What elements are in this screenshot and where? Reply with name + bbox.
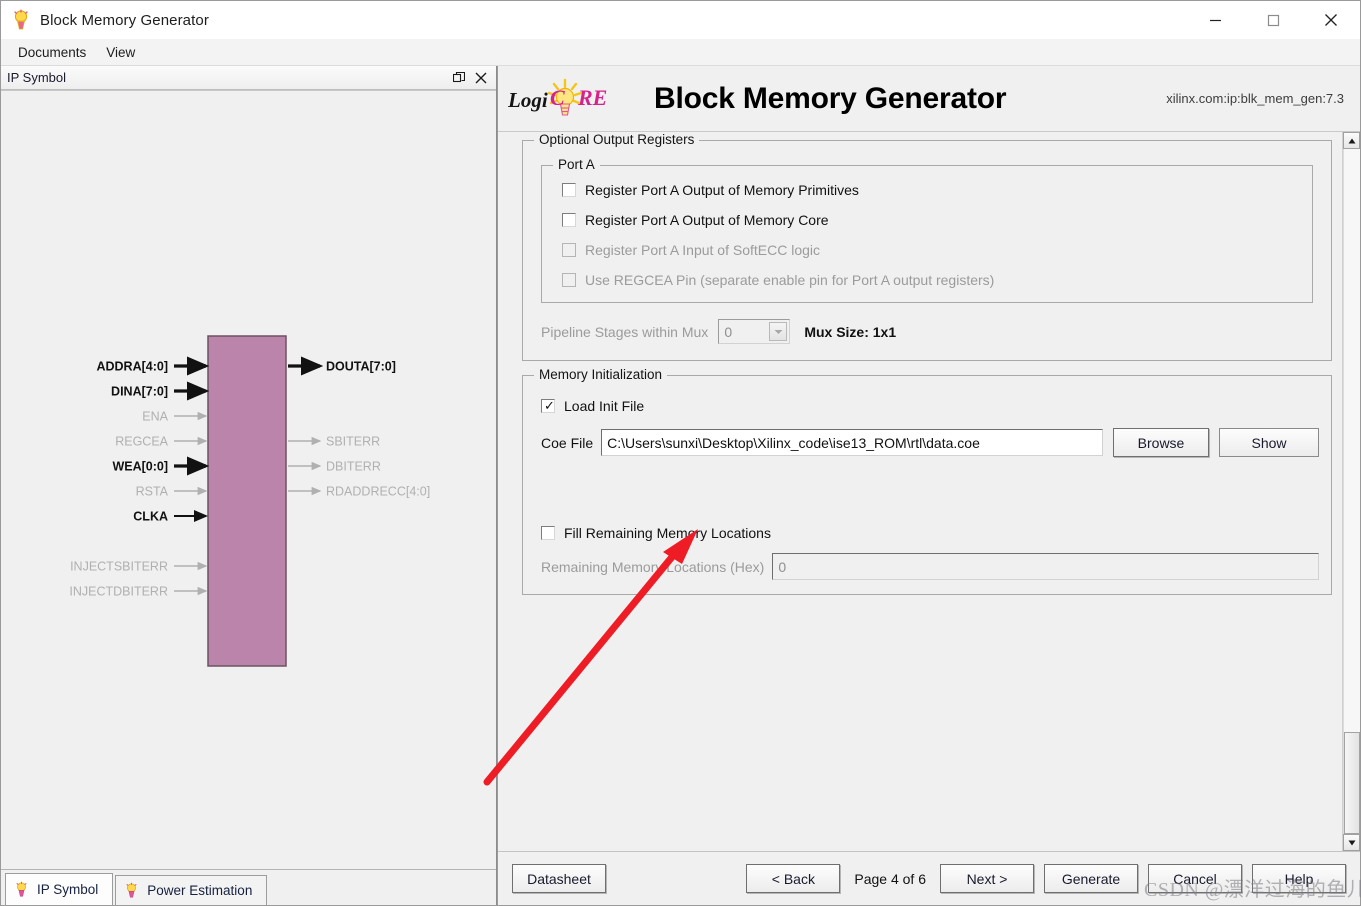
svg-text:INJECTDBITERR: INJECTDBITERR: [69, 585, 168, 599]
mux-size-label: Mux Size: 1x1: [804, 323, 897, 340]
checkbox-box: [562, 273, 576, 287]
port-a-group: Port A Register Port A Output of Memory …: [541, 157, 1313, 303]
svg-text:DINA[7:0]: DINA[7:0]: [111, 385, 168, 399]
menu-item-documents[interactable]: Documents: [9, 42, 95, 63]
svg-text:SBITERR: SBITERR: [326, 435, 380, 449]
undock-icon[interactable]: [452, 71, 466, 85]
checkbox-box: [562, 243, 576, 257]
tab-power-estimation[interactable]: Power Estimation: [115, 875, 268, 905]
vertical-scrollbar[interactable]: [1342, 132, 1360, 851]
coe-file-input[interactable]: C:\Users\sunxi\Desktop\Xilinx_code\ise13…: [601, 429, 1103, 456]
svg-text:DOUTA[7:0]: DOUTA[7:0]: [326, 360, 396, 374]
svg-text:REGCEA: REGCEA: [115, 435, 168, 449]
window-title: Block Memory Generator: [40, 11, 209, 29]
menu-item-view[interactable]: View: [97, 42, 144, 63]
checkbox-register-port-a-output-memory-primitives[interactable]: Register Port A Output of Memory Primiti…: [562, 182, 1300, 198]
lightbulb-icon: [14, 881, 29, 898]
tab-label: Power Estimation: [147, 883, 253, 898]
ip-symbol-dock-header: IP Symbol: [1, 66, 496, 90]
optional-output-registers-group: Optional Output Registers Port A Registe…: [522, 132, 1332, 361]
scrollbar-thumb[interactable]: [1344, 732, 1360, 834]
group-legend: Optional Output Registers: [534, 132, 700, 147]
core-version-label: xilinx.com:ip:blk_mem_gen:7.3: [1166, 91, 1344, 106]
pipeline-stages-row: Pipeline Stages within Mux 0 Mux Size: 1…: [541, 319, 1319, 344]
page-region: Optional Output Registers Port A Registe…: [498, 132, 1360, 851]
checkbox-register-port-a-output-memory-core[interactable]: Register Port A Output of Memory Core: [562, 212, 1300, 228]
ip-symbol-diagram: ADDRA[4:0] DINA[7:0] ENA REGCEA WEA[0:0] RSTA…: [69, 335, 430, 667]
ip-symbol-canvas[interactable]: ADDRA[4:0] DINA[7:0] ENA REGCEA WEA[0:0] RSTA…: [1, 90, 496, 869]
checkbox-label: Load Init File: [564, 398, 645, 414]
checkbox-label: Fill Remaining Memory Locations: [564, 525, 771, 541]
svg-text:CLKA: CLKA: [133, 510, 168, 524]
check-mark-icon: ✓: [544, 398, 555, 413]
wizard-panel: Logi C RE Block Memory Generator xilinx.…: [497, 66, 1360, 905]
remaining-memory-locations-label: Remaining Memory Locations (Hex): [541, 558, 765, 575]
coe-file-row: Coe File C:\Users\sunxi\Desktop\Xilinx_c…: [541, 428, 1319, 457]
checkbox-register-port-a-input-softecc: Register Port A Input of SoftECC logic: [562, 242, 1300, 258]
close-button[interactable]: [1302, 1, 1360, 39]
core-header: Logi C RE Block Memory Generator xilinx.…: [498, 66, 1360, 132]
ip-symbol-dock-title: IP Symbol: [7, 70, 67, 85]
svg-text:DBITERR: DBITERR: [326, 460, 381, 474]
scroll-up-button[interactable]: [1343, 132, 1360, 149]
checkbox-label: Register Port A Input of SoftECC logic: [585, 242, 821, 258]
scrollbar-track[interactable]: [1343, 149, 1360, 834]
logicore-logo-icon: Logi C RE: [507, 77, 612, 121]
dock-tabstrip: IP Symbol Power Estimation: [1, 869, 496, 905]
checkbox-fill-remaining-memory-locations[interactable]: Fill Remaining Memory Locations: [541, 525, 1319, 541]
tab-ip-symbol[interactable]: IP Symbol: [5, 873, 114, 905]
svg-text:C: C: [550, 85, 565, 110]
checkbox-label: Register Port A Output of Memory Core: [585, 212, 829, 228]
remaining-memory-locations-input: 0: [772, 553, 1319, 580]
title-bar: Block Memory Generator: [1, 1, 1360, 39]
checkbox-box[interactable]: [562, 213, 576, 227]
ip-symbol-dock: IP Symbol ADDRA[4:0] DINA[7:0] ENA REGCE…: [1, 66, 497, 905]
checkbox-use-regcea-pin: Use REGCEA Pin (separate enable pin for …: [562, 272, 1300, 288]
checkbox-load-init-file[interactable]: ✓ Load Init File: [541, 398, 1319, 414]
body-split: IP Symbol ADDRA[4:0] DINA[7:0] ENA REGCE…: [1, 66, 1360, 905]
svg-text:INJECTSBITERR: INJECTSBITERR: [70, 560, 168, 574]
back-button[interactable]: < Back: [746, 864, 841, 893]
pipeline-stages-select[interactable]: 0: [718, 319, 791, 344]
maximize-button[interactable]: [1244, 1, 1302, 39]
show-button[interactable]: Show: [1219, 428, 1319, 457]
svg-text:RSTA: RSTA: [136, 485, 169, 499]
chevron-down-icon[interactable]: [769, 322, 788, 341]
scroll-down-button[interactable]: [1343, 834, 1360, 851]
datasheet-button[interactable]: Datasheet: [512, 864, 606, 893]
svg-text:WEA[0:0]: WEA[0:0]: [112, 460, 168, 474]
page-indicator: Page 4 of 6: [854, 870, 926, 887]
menu-bar: Documents View: [1, 39, 1360, 66]
generate-button[interactable]: Generate: [1044, 864, 1138, 893]
tab-label: IP Symbol: [37, 882, 99, 897]
next-button[interactable]: Next >: [940, 864, 1034, 893]
minimize-button[interactable]: [1186, 1, 1244, 39]
checkbox-box[interactable]: [562, 183, 576, 197]
svg-text:RDADDRECC[4:0]: RDADDRECC[4:0]: [326, 485, 430, 499]
lightbulb-icon: [11, 9, 31, 31]
svg-text:RE: RE: [577, 85, 607, 110]
page-content: Optional Output Registers Port A Registe…: [498, 132, 1342, 851]
remaining-memory-locations-row: Remaining Memory Locations (Hex) 0: [541, 553, 1319, 580]
svg-text:ADDRA[4:0]: ADDRA[4:0]: [96, 360, 168, 374]
application-window: Block Memory Generator Documents View IP…: [0, 0, 1361, 906]
page-title: Block Memory Generator: [654, 81, 1007, 115]
pipeline-stages-label: Pipeline Stages within Mux: [541, 323, 709, 340]
lightbulb-icon: [124, 882, 139, 899]
checkbox-label: Use REGCEA Pin (separate enable pin for …: [585, 272, 995, 288]
checkbox-box[interactable]: ✓: [541, 399, 555, 413]
coe-file-label: Coe File: [541, 434, 594, 451]
memory-initialization-group: Memory Initialization ✓ Load Init File C…: [522, 367, 1332, 595]
group-legend: Memory Initialization: [534, 367, 668, 382]
close-icon[interactable]: [474, 71, 488, 85]
pipeline-stages-value: 0: [724, 323, 733, 340]
checkbox-label: Register Port A Output of Memory Primiti…: [585, 182, 859, 198]
group-legend: Port A: [553, 157, 600, 172]
browse-button[interactable]: Browse: [1113, 428, 1209, 457]
csdn-watermark: CSDN @漂洋过海的鱼儿: [1144, 879, 1361, 901]
svg-text:Logi: Logi: [508, 88, 548, 112]
window-controls: [1186, 1, 1360, 39]
svg-text:ENA: ENA: [142, 410, 168, 424]
checkbox-box[interactable]: [541, 526, 555, 540]
